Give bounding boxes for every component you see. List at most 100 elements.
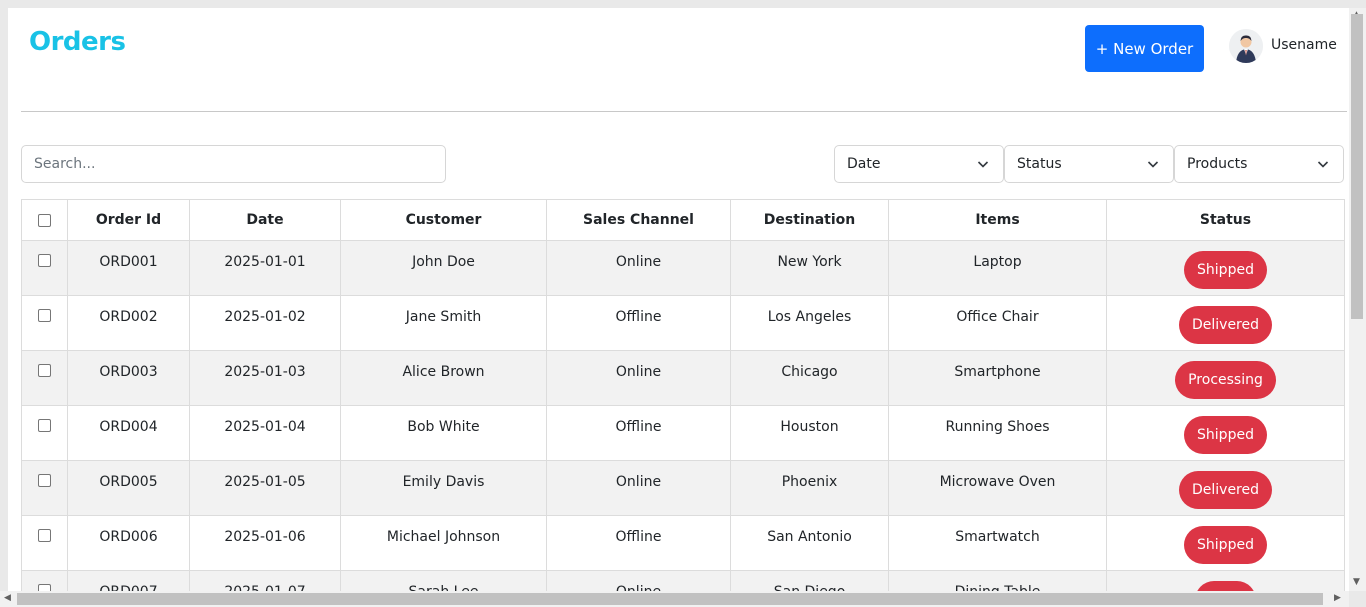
row-select-cell: [21, 570, 68, 591]
table-row[interactable]: ORD005 2025-01-05 Emily Davis Online Pho…: [21, 460, 1345, 516]
customer-cell: Alice Brown: [340, 350, 547, 406]
header-divider: [21, 111, 1347, 112]
column-header[interactable]: Sales Channel: [546, 199, 731, 241]
status-cell: Shipped: [1106, 405, 1345, 461]
date-cell: 2025-01-07: [189, 570, 341, 591]
date-cell: 2025-01-05: [189, 460, 341, 516]
select-all-checkbox[interactable]: [38, 213, 51, 227]
date-cell: 2025-01-03: [189, 350, 341, 406]
username-label[interactable]: Usename: [1271, 37, 1337, 53]
vertical-scroll-thumb[interactable]: [1351, 14, 1363, 319]
status-badge: Shipped: [1184, 416, 1267, 454]
status-cell: [1106, 570, 1345, 591]
status-cell: Delivered: [1106, 295, 1345, 351]
destination-cell: New York: [730, 240, 889, 296]
date-filter-select[interactable]: Date: [834, 145, 1004, 183]
row-checkbox[interactable]: [38, 309, 51, 322]
customer-cell: Bob White: [340, 405, 547, 461]
table-row[interactable]: ORD004 2025-01-04 Bob White Offline Hous…: [21, 405, 1345, 461]
column-header[interactable]: Destination: [730, 199, 889, 241]
status-badge: [1194, 581, 1257, 591]
items-cell: Smartphone: [888, 350, 1107, 406]
status-cell: Processing: [1106, 350, 1345, 406]
status-badge: Delivered: [1178, 471, 1273, 509]
table-row[interactable]: ORD003 2025-01-03 Alice Brown Online Chi…: [21, 350, 1345, 406]
status-cell: Shipped: [1106, 515, 1345, 571]
row-select-cell: [21, 295, 68, 351]
destination-cell: San Antonio: [730, 515, 889, 571]
table-row[interactable]: ORD007 2025-01-07 Sarah Lee Online San D…: [21, 570, 1345, 591]
scroll-right-icon[interactable]: ▶: [1334, 593, 1341, 603]
items-cell: Running Shoes: [888, 405, 1107, 461]
horizontal-scroll-thumb[interactable]: [17, 593, 1323, 605]
chevron-down-icon: [977, 161, 989, 168]
destination-cell: San Diego: [730, 570, 889, 591]
orders-page: Orders + New Order Usename Date Status P…: [8, 8, 1349, 591]
column-header[interactable]: Items: [888, 199, 1107, 241]
channel-cell: Offline: [546, 515, 731, 571]
column-header[interactable]: Status: [1106, 199, 1345, 241]
status-badge: Shipped: [1184, 251, 1267, 289]
order-id-cell: ORD006: [67, 515, 190, 571]
date-filter-label: Date: [847, 156, 881, 172]
search-input[interactable]: [21, 145, 446, 183]
items-cell: Microwave Oven: [888, 460, 1107, 516]
status-filter-label: Status: [1017, 156, 1062, 172]
new-order-button[interactable]: + New Order: [1085, 25, 1204, 72]
customer-cell: Jane Smith: [340, 295, 547, 351]
row-checkbox[interactable]: [38, 419, 51, 432]
orders-table: Order Id Date Customer Sales Channel Des…: [21, 199, 1345, 591]
row-select-cell: [21, 240, 68, 296]
row-checkbox[interactable]: [38, 584, 51, 591]
row-checkbox[interactable]: [38, 364, 51, 377]
order-id-cell: ORD007: [67, 570, 190, 591]
channel-cell: Online: [546, 460, 731, 516]
column-header[interactable]: Order Id: [67, 199, 190, 241]
customer-cell: Sarah Lee: [340, 570, 547, 591]
scrollbar-corner: [1349, 591, 1366, 607]
row-select-cell: [21, 350, 68, 406]
destination-cell: Houston: [730, 405, 889, 461]
row-checkbox[interactable]: [38, 529, 51, 542]
chevron-down-icon: [1147, 161, 1159, 168]
channel-cell: Offline: [546, 295, 731, 351]
destination-cell: Chicago: [730, 350, 889, 406]
order-id-cell: ORD004: [67, 405, 190, 461]
user-avatar[interactable]: [1229, 29, 1263, 63]
order-id-cell: ORD001: [67, 240, 190, 296]
row-checkbox[interactable]: [38, 474, 51, 487]
customer-cell: John Doe: [340, 240, 547, 296]
channel-cell: Offline: [546, 405, 731, 461]
order-id-cell: ORD005: [67, 460, 190, 516]
date-cell: 2025-01-02: [189, 295, 341, 351]
items-cell: Office Chair: [888, 295, 1107, 351]
status-filter-select[interactable]: Status: [1004, 145, 1174, 183]
column-header[interactable]: Customer: [340, 199, 547, 241]
select-all-cell: [21, 199, 68, 241]
chevron-down-icon: [1317, 161, 1329, 168]
destination-cell: Phoenix: [730, 460, 889, 516]
date-cell: 2025-01-04: [189, 405, 341, 461]
status-cell: Shipped: [1106, 240, 1345, 296]
status-badge: Shipped: [1184, 526, 1267, 564]
scroll-down-icon[interactable]: ▼: [1353, 577, 1360, 587]
column-header[interactable]: Date: [189, 199, 341, 241]
date-cell: 2025-01-06: [189, 515, 341, 571]
table-row[interactable]: ORD006 2025-01-06 Michael Johnson Offlin…: [21, 515, 1345, 571]
channel-cell: Online: [546, 240, 731, 296]
table-header-row: Order Id Date Customer Sales Channel Des…: [21, 199, 1345, 241]
table-row[interactable]: ORD002 2025-01-02 Jane Smith Offline Los…: [21, 295, 1345, 351]
customer-cell: Michael Johnson: [340, 515, 547, 571]
products-filter-select[interactable]: Products: [1174, 145, 1344, 183]
customer-cell: Emily Davis: [340, 460, 547, 516]
status-badge: Delivered: [1178, 306, 1273, 344]
channel-cell: Online: [546, 570, 731, 591]
destination-cell: Los Angeles: [730, 295, 889, 351]
date-cell: 2025-01-01: [189, 240, 341, 296]
items-cell: Laptop: [888, 240, 1107, 296]
scroll-left-icon[interactable]: ◀: [4, 593, 11, 603]
table-row[interactable]: ORD001 2025-01-01 John Doe Online New Yo…: [21, 240, 1345, 296]
row-select-cell: [21, 405, 68, 461]
channel-cell: Online: [546, 350, 731, 406]
row-checkbox[interactable]: [38, 254, 51, 267]
